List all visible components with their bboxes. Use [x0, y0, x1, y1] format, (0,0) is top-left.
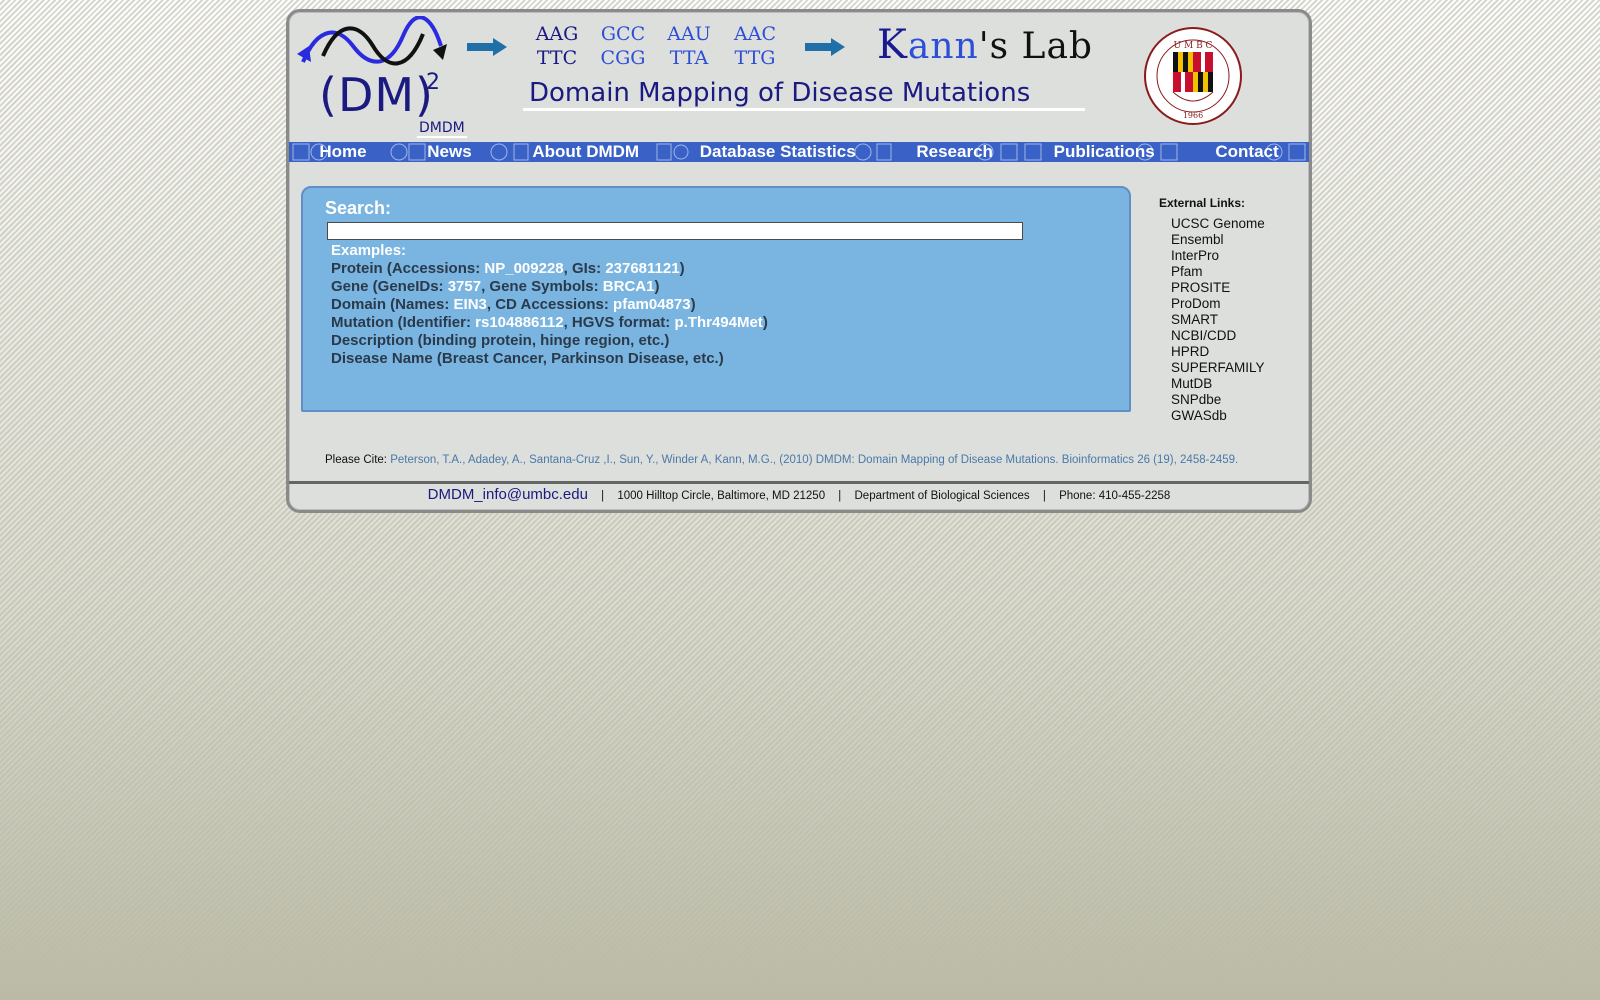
nav-contact[interactable]: Contact [1211, 142, 1282, 162]
example-description: Description (binding protein, hinge regi… [331, 332, 670, 349]
nav-news[interactable]: News [423, 142, 475, 162]
nav-research[interactable]: Research [912, 142, 997, 162]
footer-divider [289, 481, 1309, 484]
umbc-seal-icon[interactable]: U M B C 1966 [1143, 26, 1243, 126]
list-item: SUPERFAMILY [1171, 360, 1299, 376]
example-disease: Disease Name (Breast Cancer, Parkinson D… [331, 350, 724, 367]
lab-name: Kann's Lab [877, 22, 1093, 68]
example-protein: Protein (Accessions: NP_009228, GIs: 237… [331, 260, 685, 277]
example-mutation-hgvs-link[interactable]: p.Thr494Met [674, 314, 762, 331]
list-item: PROSITE [1171, 280, 1299, 296]
external-link-prodom[interactable]: ProDom [1171, 296, 1221, 311]
list-item: SNPdbe [1171, 392, 1299, 408]
header: (DM) 2 DMDM AAG TTC GCC CGG AAU TTA AAC TTG [289, 12, 1309, 142]
footer-phone: Phone: 410-455-2258 [1059, 490, 1171, 502]
search-examples: Examples: Protein (Accessions: NP_009228… [331, 242, 768, 368]
list-item: ProDom [1171, 296, 1299, 312]
external-links-list: UCSC Genome Ensembl InterPro Pfam PROSIT… [1159, 216, 1299, 424]
logo-subtext: DMDM [417, 120, 467, 138]
citation: Please Cite: Peterson, T.A., Adadey, A.,… [325, 454, 1305, 466]
example-mutation-id-link[interactable]: rs104886112 [475, 314, 563, 331]
footer-separator: | [838, 490, 842, 502]
site-subtitle: Domain Mapping of Disease Mutations [523, 78, 1085, 111]
search-panel: Search: Examples: Protein (Accessions: N… [301, 186, 1131, 412]
example-domain-name-link[interactable]: EIN3 [454, 296, 487, 313]
svg-text:1966: 1966 [1183, 111, 1203, 120]
external-link-pfam[interactable]: Pfam [1171, 264, 1203, 279]
footer-address: 1000 Hilltop Circle, Baltimore, MD 21250 [617, 490, 826, 502]
codon-3: AAU TTA [667, 23, 711, 69]
footer-separator: | [601, 490, 605, 502]
external-link-ncbi-cdd[interactable]: NCBI/CDD [1171, 328, 1236, 343]
right-arrow-icon [467, 38, 507, 56]
citation-label: Please Cite: [325, 454, 391, 466]
list-item: InterPro [1171, 248, 1299, 264]
nav-about[interactable]: About DMDM [528, 142, 643, 162]
footer: DMDM_info@umbc.edu | 1000 Hilltop Circle… [289, 486, 1309, 503]
external-link-snpdbe[interactable]: SNPdbe [1171, 392, 1221, 407]
example-gene-symbol-link[interactable]: BRCA1 [603, 278, 655, 295]
list-item: Ensembl [1171, 232, 1299, 248]
example-gene: Gene (GeneIDs: 3757, Gene Symbols: BRCA1… [331, 278, 660, 295]
list-item: UCSC Genome [1171, 216, 1299, 232]
external-link-smart[interactable]: SMART [1171, 312, 1218, 327]
example-protein-accession-link[interactable]: NP_009228 [484, 260, 563, 277]
citation-link[interactable]: Peterson, T.A., Adadey, A., Santana-Cruz… [390, 454, 1238, 466]
contact-email-link[interactable]: DMDM_info@umbc.edu [428, 486, 588, 503]
external-link-mutdb[interactable]: MutDB [1171, 376, 1212, 391]
page-frame: (DM) 2 DMDM AAG TTC GCC CGG AAU TTA AAC TTG [286, 9, 1312, 513]
examples-heading: Examples: [331, 242, 407, 259]
svg-text:U M B C: U M B C [1174, 41, 1213, 51]
nav-publications[interactable]: Publications [1050, 142, 1159, 162]
search-input[interactable] [327, 222, 1023, 240]
codon-4: AAC TTG [734, 23, 776, 69]
list-item: HPRD [1171, 344, 1299, 360]
external-links: External Links: UCSC Genome Ensembl Inte… [1159, 196, 1299, 424]
codon-2: GCC CGG [600, 23, 646, 69]
footer-department: Department of Biological Sciences [854, 490, 1030, 502]
external-link-interpro[interactable]: InterPro [1171, 248, 1219, 263]
external-link-gwasdb[interactable]: GWASdb [1171, 408, 1227, 423]
external-link-prosite[interactable]: PROSITE [1171, 280, 1230, 295]
codon-1: AAG TTC [535, 23, 579, 69]
external-link-superfamily[interactable]: SUPERFAMILY [1171, 360, 1265, 375]
footer-separator: | [1042, 490, 1046, 502]
example-domain: Domain (Names: EIN3, CD Accessions: pfam… [331, 296, 696, 313]
external-link-ucsc[interactable]: UCSC Genome [1171, 216, 1265, 231]
dmdm-logo[interactable]: (DM) 2 DMDM [293, 16, 473, 142]
right-arrow-icon [805, 38, 845, 56]
nav-database-statistics[interactable]: Database Statistics [696, 142, 860, 162]
logo-superscript: 2 [426, 70, 440, 95]
main-navigation: Home News About DMDM Database Statistics… [289, 142, 1309, 162]
example-domain-cd-link[interactable]: pfam04873 [613, 296, 691, 313]
nav-home[interactable]: Home [315, 142, 370, 162]
external-link-ensembl[interactable]: Ensembl [1171, 232, 1224, 247]
list-item: Pfam [1171, 264, 1299, 280]
external-link-hprd[interactable]: HPRD [1171, 344, 1209, 359]
list-item: GWASdb [1171, 408, 1299, 424]
wave-arrow-icon [297, 16, 447, 66]
list-item: MutDB [1171, 376, 1299, 392]
external-links-title: External Links: [1159, 196, 1246, 210]
example-gene-id-link[interactable]: 3757 [448, 278, 481, 295]
list-item: SMART [1171, 312, 1299, 328]
example-mutation: Mutation (Identifier: rs104886112, HGVS … [331, 314, 768, 331]
list-item: NCBI/CDD [1171, 328, 1299, 344]
search-label: Search: [325, 198, 392, 218]
example-protein-gi-link[interactable]: 237681121 [605, 260, 679, 277]
logo-dm-text: (DM) [319, 68, 435, 122]
